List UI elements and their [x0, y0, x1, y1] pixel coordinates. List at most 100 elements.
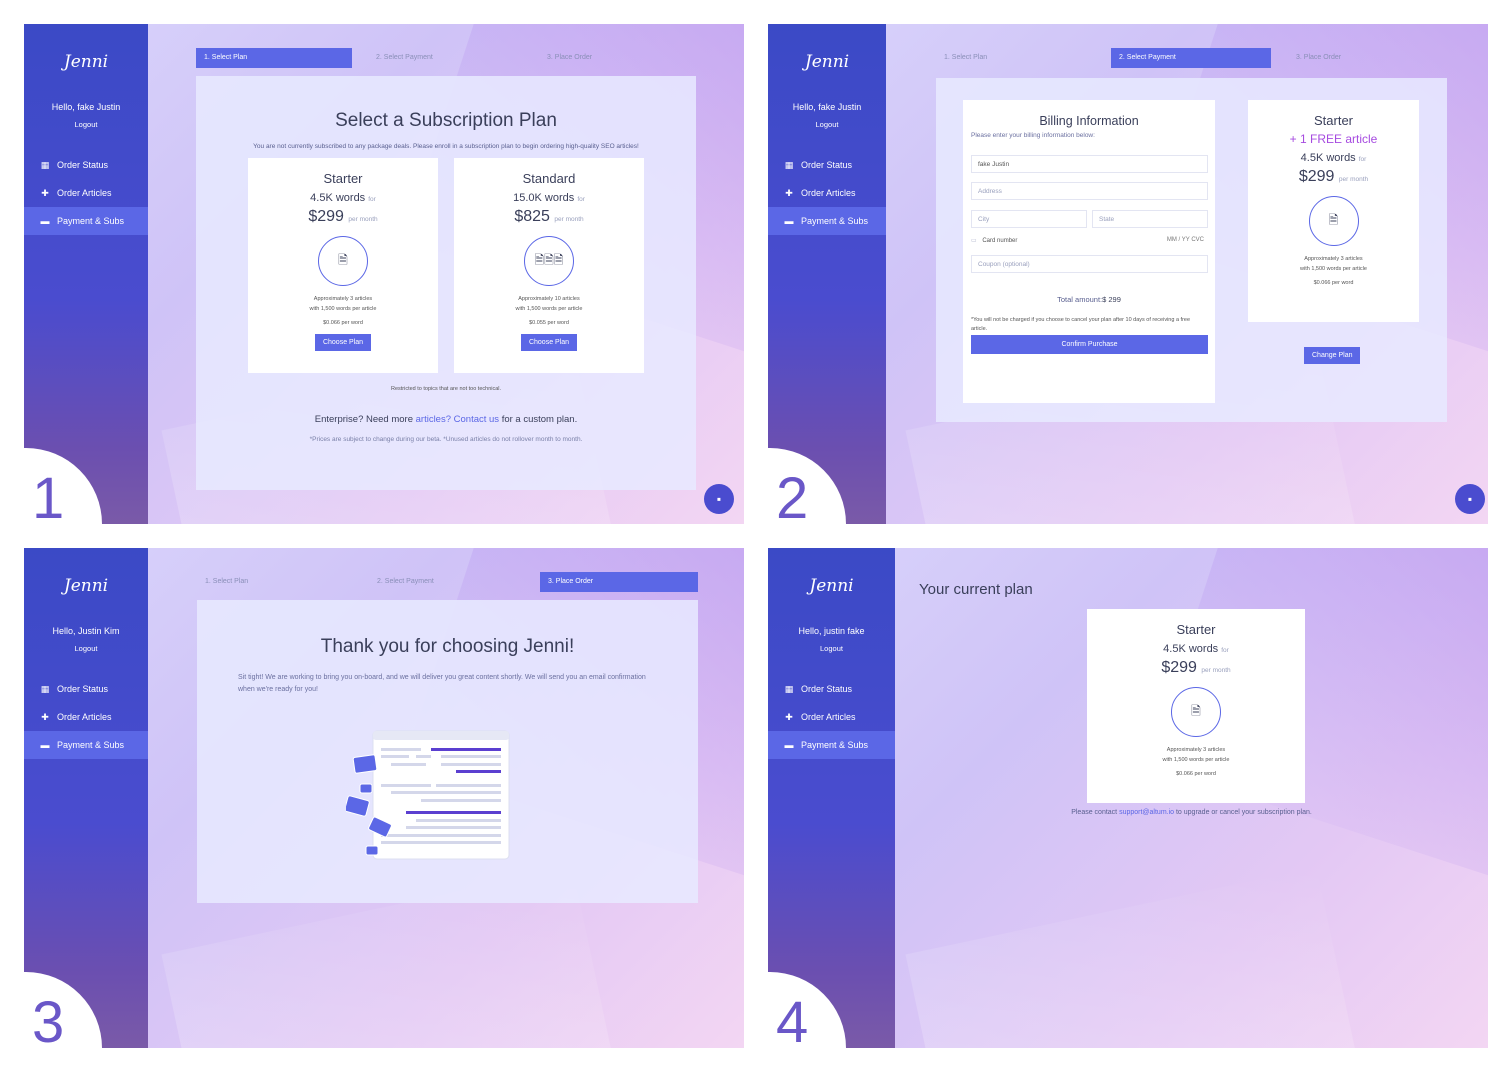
greeting: Hello, Justin Kim: [52, 626, 120, 636]
plan-rate: $0.066 per word: [1176, 771, 1216, 777]
billing-card: Billing Information Please enter your bi…: [963, 100, 1215, 403]
card-icon: ▬: [784, 740, 794, 750]
logout-link[interactable]: Logout: [768, 644, 895, 653]
thank-you-title: Thank you for choosing Jenni!: [320, 636, 575, 657]
billing-subtitle: Please enter your billing information be…: [971, 132, 1095, 139]
panel-place-order: Jenni Hello, Justin Kim Logout ▦ Order St…: [24, 548, 744, 1048]
greeting: Hello, justin fake: [798, 626, 865, 636]
state-input[interactable]: State: [1092, 210, 1208, 228]
plan-name: Starter: [1176, 622, 1216, 637]
step-select-payment[interactable]: 2. Select Payment: [368, 48, 524, 68]
document-icon: 🗎: [1308, 196, 1359, 246]
enterprise-line: Enterprise? Need more articles? Contact …: [314, 414, 578, 425]
free-article-bonus: + 1 FREE article: [1289, 132, 1378, 146]
step-indicator: 1. Select Plan 2. Select Payment 3. Plac…: [196, 48, 696, 68]
panel-current-plan: Jenni Hello, justin fake Logout ▦ Order S…: [768, 548, 1488, 1048]
step-indicator: 1. Select Plan 2. Select Payment 3. Plac…: [197, 572, 698, 592]
document-icon: 🗎: [1171, 687, 1221, 737]
sidebar-item-order-articles[interactable]: ✚ Order Articles: [768, 703, 895, 731]
panel-select-plan: Jenni Hello, fake Justin Logout ▦ Order S…: [24, 24, 744, 524]
plan-name: Starter: [1313, 113, 1353, 128]
greeting: Hello, fake Justin: [51, 102, 121, 112]
articles-link[interactable]: articles?: [416, 414, 451, 425]
step-select-payment[interactable]: 2. Select Payment: [1111, 48, 1271, 68]
logout-link[interactable]: Logout: [24, 120, 148, 129]
plan-summary-card: Starter + 1 FREE article 4.5K words for …: [1248, 100, 1419, 322]
plan-rate: $0.066 per word: [323, 320, 363, 326]
contact-us-link[interactable]: Contact us: [454, 414, 499, 425]
step-place-order[interactable]: 3. Place Order: [540, 572, 698, 592]
footnote: *Prices are subject to change during our…: [309, 436, 583, 443]
calendar-icon: ▦: [40, 159, 50, 170]
step-select-plan[interactable]: 1. Select Plan: [936, 48, 1096, 68]
contact-support-line: Please contact support@altum.io to upgra…: [1071, 809, 1312, 816]
choose-plan-button[interactable]: Choose Plan: [520, 334, 578, 351]
page-subtitle: You are not currently subscribed to any …: [253, 143, 639, 150]
chat-icon[interactable]: ▪: [1455, 484, 1485, 514]
choose-plan-button[interactable]: Choose Plan: [314, 334, 372, 351]
logout-link[interactable]: Logout: [768, 120, 886, 129]
support-email-link[interactable]: support@altum.io: [1119, 809, 1174, 816]
document-icon: 🗎: [318, 236, 368, 286]
jenni-logo[interactable]: Jenni: [24, 52, 148, 80]
page-title: Your current plan: [919, 581, 1033, 598]
sidebar-item-order-articles[interactable]: ✚ Order Articles: [24, 703, 148, 731]
sidebar-item-order-status[interactable]: ▦ Order Status: [24, 675, 148, 703]
credit-card-icon: ▭: [971, 238, 977, 244]
jenni-logo[interactable]: Jenni: [768, 576, 895, 604]
charge-notice: *You will not be charged if you choose t…: [971, 317, 1191, 332]
jenni-logo[interactable]: Jenni: [768, 52, 886, 80]
step-place-order[interactable]: 3. Place Order: [539, 48, 695, 68]
step-select-payment[interactable]: 2. Select Payment: [369, 572, 527, 592]
documents-icon: 🗎🗎🗎: [524, 236, 574, 286]
sidebar-item-order-status[interactable]: ▦ Order Status: [24, 151, 148, 179]
city-input[interactable]: City: [971, 210, 1087, 228]
page-title: Select a Subscription Plan: [335, 110, 557, 131]
panel-select-payment: Jenni Hello, fake Justin Logout ▦ Order S…: [768, 24, 1488, 524]
chat-icon[interactable]: ▪: [704, 484, 734, 514]
sidebar-item-payment-subs[interactable]: ▬ Payment & Subs: [768, 731, 895, 759]
billing-title: Billing Information: [1039, 114, 1139, 128]
name-input[interactable]: fake Justin: [971, 155, 1208, 173]
greeting: Hello, fake Justin: [792, 102, 862, 112]
step-indicator: 1. Select Plan 2. Select Payment 3. Plac…: [936, 48, 1446, 68]
confirm-purchase-button[interactable]: Confirm Purchase: [971, 335, 1208, 354]
sidebar-item-order-status[interactable]: ▦ Order Status: [768, 675, 895, 703]
plus-icon: ✚: [41, 711, 49, 722]
coupon-input[interactable]: Coupon (optional): [971, 255, 1208, 273]
plus-icon: ✚: [41, 187, 49, 198]
plus-icon: ✚: [785, 711, 793, 722]
step-select-plan[interactable]: 1. Select Plan: [197, 572, 355, 592]
plan-words: 15.0K words: [513, 192, 575, 204]
plan-rate: $0.066 per word: [1313, 280, 1354, 286]
address-input[interactable]: Address: [971, 182, 1208, 200]
current-plan-card: Starter 4.5K words for $299 per month 🗎 …: [1087, 609, 1305, 803]
logout-link[interactable]: Logout: [24, 644, 148, 653]
email-illustration: [346, 730, 510, 860]
sidebar-item-payment-subs[interactable]: ▬ Payment & Subs: [768, 207, 886, 235]
total-amount: Total amount:$ 299: [1057, 295, 1121, 304]
plan-name: Starter: [323, 171, 363, 186]
step-select-plan[interactable]: 1. Select Plan: [196, 48, 352, 68]
sidebar-item-order-status[interactable]: ▦ Order Status: [768, 151, 886, 179]
plan-card-standard: Standard 15.0K words for $825 per month …: [454, 158, 644, 373]
calendar-icon: ▦: [40, 683, 50, 694]
plan-price: $299: [308, 208, 344, 225]
plus-icon: ✚: [785, 187, 793, 198]
card-number-field[interactable]: ▭ Card number MM / YY CVC: [971, 237, 1208, 251]
calendar-icon: ▦: [784, 159, 794, 170]
card-icon: ▬: [784, 216, 794, 226]
restriction-note: Restricted to topics that are not too te…: [390, 386, 502, 392]
plan-name: Standard: [522, 171, 576, 186]
sidebar-item-order-articles[interactable]: ✚ Order Articles: [768, 179, 886, 207]
change-plan-button[interactable]: Change Plan: [1304, 347, 1361, 364]
jenni-logo[interactable]: Jenni: [24, 576, 148, 604]
card-icon: ▬: [40, 216, 50, 226]
sidebar-item-payment-subs[interactable]: ▬ Payment & Subs: [24, 731, 148, 759]
sidebar-item-payment-subs[interactable]: ▬ Payment & Subs: [24, 207, 148, 235]
sidebar-item-order-articles[interactable]: ✚ Order Articles: [24, 179, 148, 207]
plan-card-starter: Starter 4.5K words for $299 per month 🗎 …: [248, 158, 438, 373]
step-place-order[interactable]: 3. Place Order: [1288, 48, 1446, 68]
plan-words: 4.5K words: [310, 192, 366, 204]
thank-you-message: Sit tight! We are working to bring you o…: [238, 674, 646, 693]
